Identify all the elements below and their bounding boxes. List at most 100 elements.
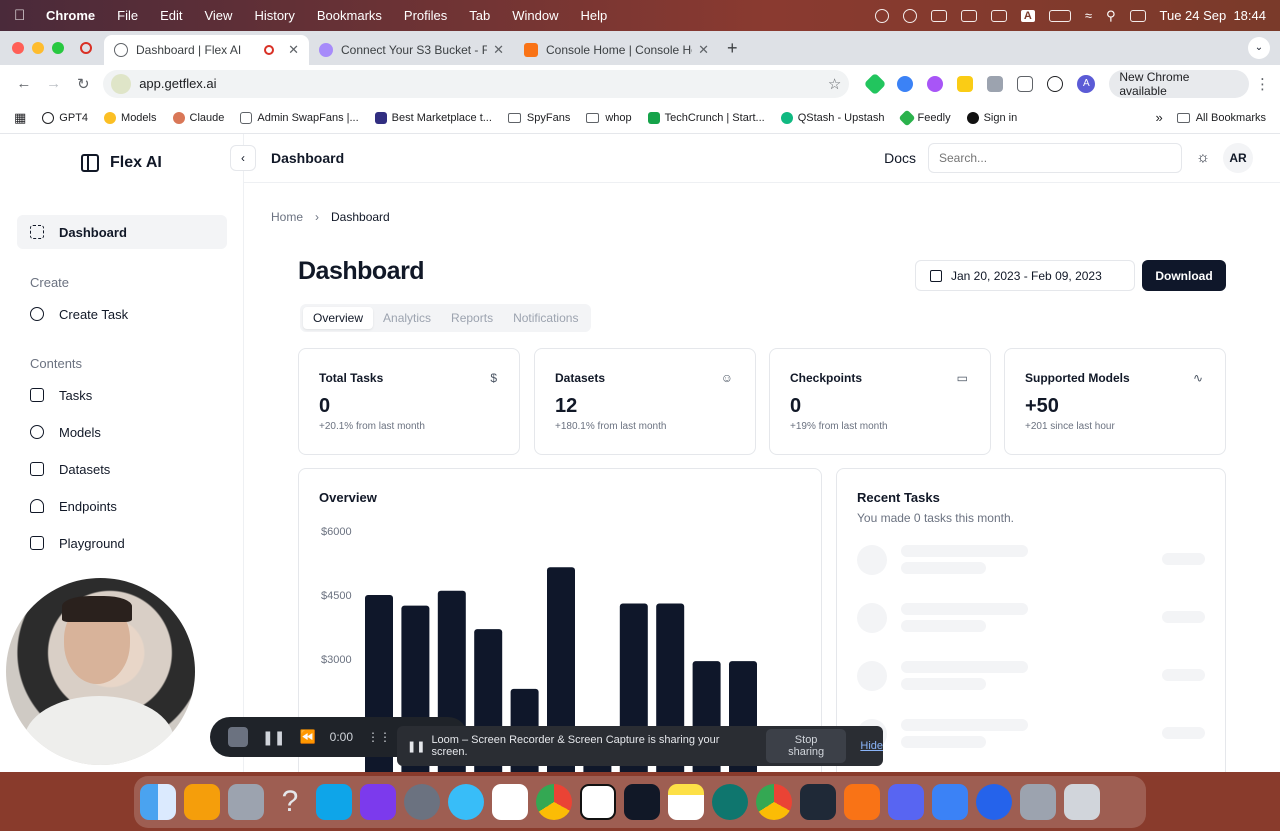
- menu-app-name[interactable]: Chrome: [46, 8, 95, 23]
- help-question-icon[interactable]: ?: [272, 784, 308, 820]
- close-tab-icon[interactable]: ✕: [288, 42, 299, 58]
- chrome-menu-icon[interactable]: ⋮: [1255, 75, 1270, 93]
- extensions-puzzle-icon[interactable]: [1017, 75, 1034, 92]
- bookmark-sign-in[interactable]: Sign in: [966, 111, 1017, 124]
- maximize-window-button[interactable]: [52, 42, 64, 54]
- tab-analytics[interactable]: Analytics: [373, 307, 441, 329]
- collapse-sidebar-button[interactable]: ‹: [230, 145, 256, 171]
- sidebar-item-tasks[interactable]: Tasks: [17, 378, 227, 412]
- bookmark-feedly[interactable]: Feedly: [898, 109, 951, 126]
- discord-icon[interactable]: [888, 784, 924, 820]
- bookmark-techcrunch[interactable]: TechCrunch | Start...: [647, 111, 765, 124]
- bookmark-best-marketplace[interactable]: Best Marketplace t...: [374, 111, 492, 124]
- menu-view[interactable]: View: [204, 8, 232, 23]
- hide-sharing-bar-link[interactable]: Hide: [860, 740, 883, 752]
- close-tab-icon[interactable]: ✕: [493, 42, 504, 58]
- profile-avatar[interactable]: A: [1077, 74, 1096, 93]
- address-bar[interactable]: app.getflex.ai ☆: [103, 69, 850, 98]
- all-bookmarks-folder[interactable]: All Bookmarks: [1176, 112, 1266, 124]
- url-text[interactable]: app.getflex.ai: [139, 76, 828, 91]
- chrome-icon-2[interactable]: [756, 784, 792, 820]
- back-button[interactable]: ←: [10, 75, 38, 92]
- sidebar-item-dashboard[interactable]: Dashboard: [17, 215, 227, 249]
- screen-mirror-icon[interactable]: [960, 9, 977, 22]
- download-button[interactable]: Download: [1142, 260, 1226, 291]
- bookmark-star-icon[interactable]: ☆: [828, 75, 841, 93]
- extension-yellow-icon[interactable]: [957, 75, 974, 92]
- close-tab-icon[interactable]: ✕: [698, 42, 709, 58]
- input-source-icon[interactable]: A: [1020, 9, 1035, 22]
- launchpad-icon[interactable]: [228, 784, 264, 820]
- sidebar-item-datasets[interactable]: Datasets: [17, 452, 227, 486]
- user-avatar[interactable]: AR: [1223, 143, 1253, 173]
- chrome-icon[interactable]: [536, 784, 572, 820]
- rewind-icon[interactable]: ⏪: [299, 729, 315, 745]
- webcam-bubble[interactable]: [6, 578, 195, 765]
- extension-openai-icon[interactable]: [1047, 75, 1064, 92]
- vscode-icon[interactable]: [316, 784, 352, 820]
- preview-icon[interactable]: [1020, 784, 1056, 820]
- bookmark-qstash[interactable]: QStash - Upstash: [780, 111, 885, 124]
- reload-button[interactable]: ↻: [69, 75, 97, 93]
- new-tab-button[interactable]: +: [727, 38, 738, 59]
- tab-s3-bucket[interactable]: Connect Your S3 Bucket - Fle ✕: [309, 35, 514, 65]
- extension-green-icon[interactable]: [864, 72, 887, 95]
- sidebar-item-playground[interactable]: Playground: [17, 526, 227, 560]
- bookmark-claude[interactable]: Claude: [172, 111, 224, 124]
- more-bookmarks-chevron-icon[interactable]: »: [1155, 110, 1162, 125]
- mail-icon[interactable]: [932, 784, 968, 820]
- bookmark-whop[interactable]: whop: [586, 112, 632, 124]
- sublime-text-icon[interactable]: [184, 784, 220, 820]
- menu-help[interactable]: Help: [581, 8, 608, 23]
- pen-app-icon[interactable]: [844, 784, 880, 820]
- menu-tab[interactable]: Tab: [469, 8, 490, 23]
- terminal-icon[interactable]: [624, 784, 660, 820]
- menu-edit[interactable]: Edit: [160, 8, 182, 23]
- menu-history[interactable]: History: [254, 8, 294, 23]
- apps-grid-icon[interactable]: ▦: [14, 110, 26, 126]
- system-settings-icon[interactable]: [404, 784, 440, 820]
- notion-icon[interactable]: [580, 784, 616, 820]
- cube-app-icon[interactable]: [800, 784, 836, 820]
- bookmark-gpt4[interactable]: GPT4: [42, 111, 88, 124]
- menu-bookmarks[interactable]: Bookmarks: [317, 8, 382, 23]
- battery-icon[interactable]: [1048, 9, 1071, 22]
- github-desktop-icon[interactable]: [360, 784, 396, 820]
- sidebar-item-create-task[interactable]: Create Task: [17, 297, 227, 331]
- wifi-icon[interactable]: ≈: [1085, 8, 1092, 23]
- brand[interactable]: Flex AI: [81, 154, 162, 172]
- forward-button[interactable]: →: [40, 75, 68, 92]
- tab-search-chevron-icon[interactable]: ⌄: [1248, 37, 1270, 59]
- new-chrome-available-button[interactable]: New Chrome available: [1109, 69, 1249, 98]
- menu-clock[interactable]: Tue 24 Sep 18:44: [1160, 8, 1267, 23]
- stop-recording-button[interactable]: [228, 727, 248, 747]
- control-center-icon[interactable]: [1129, 9, 1146, 22]
- tab-reports[interactable]: Reports: [441, 307, 503, 329]
- 1password-icon[interactable]: [976, 784, 1012, 820]
- stop-sharing-button[interactable]: Stop sharing: [765, 729, 847, 763]
- extension-blue-icon[interactable]: [897, 75, 914, 92]
- bookmark-models[interactable]: Models: [104, 111, 157, 124]
- theme-toggle-icon[interactable]: ☼: [1188, 143, 1218, 173]
- docs-link[interactable]: Docs: [884, 150, 916, 166]
- tab-notifications[interactable]: Notifications: [503, 307, 588, 329]
- slack-icon[interactable]: [492, 784, 528, 820]
- extension-purple-icon[interactable]: [927, 75, 944, 92]
- sidebar-item-models[interactable]: Models: [17, 415, 227, 449]
- grid-status-icon[interactable]: [990, 9, 1007, 22]
- tab-dashboard[interactable]: Dashboard | Flex AI ✕: [104, 35, 309, 65]
- site-info-icon[interactable]: [111, 73, 132, 94]
- tab-console-home[interactable]: Console Home | Console Hom ✕: [514, 35, 719, 65]
- minimize-window-button[interactable]: [32, 42, 44, 54]
- extension-crx-icon[interactable]: [987, 75, 1004, 92]
- tab-overview[interactable]: Overview: [303, 307, 374, 329]
- menu-profiles[interactable]: Profiles: [404, 8, 447, 23]
- menu-file[interactable]: File: [117, 8, 138, 23]
- bookmark-spyfans[interactable]: SpyFans: [507, 112, 570, 124]
- pause-icon[interactable]: ❚❚: [262, 729, 285, 746]
- drag-handle-icon[interactable]: ⋮⋮: [367, 730, 391, 744]
- notion-status-icon[interactable]: [930, 9, 947, 22]
- extension-status-icon[interactable]: [902, 8, 917, 23]
- sidebar-item-endpoints[interactable]: Endpoints: [17, 489, 227, 523]
- notes-icon[interactable]: [668, 784, 704, 820]
